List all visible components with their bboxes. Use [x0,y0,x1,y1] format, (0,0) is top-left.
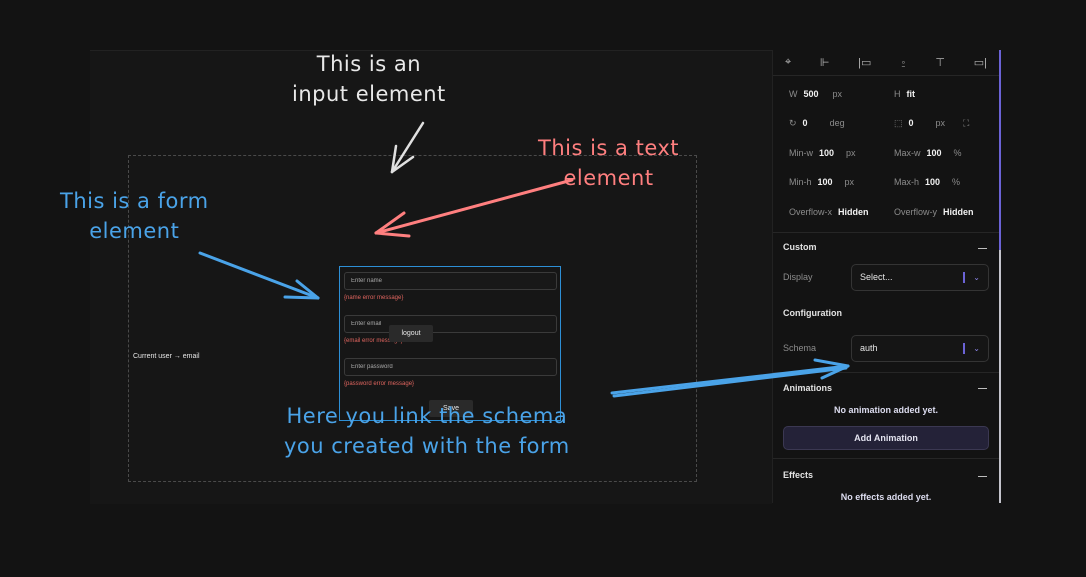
no-effects-text: No effects added yet. [840,492,932,502]
overflow-y-prop[interactable]: Overflow-y Hidden [894,207,974,217]
overflow-x-prop[interactable]: Overflow-x Hidden [789,207,869,217]
divider [773,458,999,459]
rotation-value[interactable]: 0 [803,118,808,129]
max-height-label: Max-h [894,177,920,187]
max-width-label: Max-w [894,148,921,158]
panel-scrollbar[interactable] [999,50,1001,250]
min-height-unit: px [844,177,855,187]
max-height-unit: % [952,177,961,187]
select-separator [963,272,965,283]
email-input[interactable] [344,315,557,333]
rotation-unit: deg [829,118,845,128]
custom-section-title: Custom [783,242,817,252]
min-width-prop[interactable]: Min-w 100 px [789,148,856,158]
text-element-annotation: This is a text element [538,136,680,190]
current-user-text: Current user → email [133,353,200,360]
overflow-x-label: Overflow-x [789,207,833,217]
password-error-text: {password error message} [344,381,415,387]
configuration-section-title: Configuration [783,308,842,318]
divider [773,372,999,373]
height-prop[interactable]: H fit [894,89,915,99]
rotation-icon: ↻ [789,118,797,128]
max-width-unit: % [953,148,962,158]
max-width-prop[interactable]: Max-w 100 % [894,148,962,158]
min-width-unit: px [846,148,856,158]
display-label: Display [783,272,813,282]
align-right-icon[interactable]: ▭| [974,56,987,69]
input-element-annotation: This is an input element [292,52,446,106]
min-height-value[interactable]: 100 [818,177,833,187]
divider [773,232,999,233]
name-input[interactable] [344,272,557,290]
align-center-horizontal-icon[interactable]: ⌖ [785,56,791,69]
overflow-y-value[interactable]: Hidden [943,207,974,217]
password-input[interactable] [344,358,557,376]
width-unit: px [832,89,843,99]
form-element[interactable]: {name error message} {email error messag… [339,266,561,421]
align-left-icon[interactable]: |▭ [858,56,871,69]
overflow-x-value[interactable]: Hidden [838,207,869,217]
effects-section-title: Effects [783,470,814,480]
min-width-label: Min-w [789,148,813,158]
min-width-value[interactable]: 100 [819,148,834,158]
overflow-y-label: Overflow-y [894,207,938,217]
display-select-value: Select... [860,272,893,282]
corner-radius-icon: ⬚ [894,118,903,128]
collapse-animations-icon[interactable] [978,388,987,389]
radius-unit: px [935,118,946,128]
width-prop[interactable]: W 500 px [789,89,842,99]
select-separator [963,343,965,354]
min-height-prop[interactable]: Min-h 100 px [789,177,854,187]
animations-section-title: Animations [783,383,833,393]
height-value[interactable]: fit [907,89,916,99]
min-height-label: Min-h [789,177,812,187]
max-height-value[interactable]: 100 [925,177,940,187]
width-label: W [789,89,798,99]
rotation-prop[interactable]: ↻ 0 deg [789,118,845,129]
align-center-vertical-icon[interactable]: ⊩ [820,56,830,69]
width-value[interactable]: 500 [804,89,819,99]
chevron-down-icon: ⌄ [973,344,980,353]
no-animation-text: No animation added yet. [833,405,938,415]
align-bottom-icon[interactable]: ⍛ [900,56,907,69]
chevron-down-icon: ⌄ [973,273,980,282]
radius-value[interactable]: 0 [909,118,914,129]
height-label: H [894,89,901,99]
logout-button[interactable]: logout [389,325,433,342]
form-element-annotation: This is a form element [60,189,209,243]
display-select[interactable]: Select... ⌄ [851,264,989,291]
collapse-effects-icon[interactable] [978,476,987,477]
max-height-prop[interactable]: Max-h 100 % [894,177,960,187]
collapse-custom-icon[interactable] [978,248,987,249]
schema-annotation: Here you link the schema you created wit… [284,404,570,458]
add-animation-button[interactable]: Add Animation [783,426,989,450]
schema-select[interactable]: auth ⌄ [851,335,989,362]
align-top-icon[interactable]: ⊤ [935,56,945,69]
properties-panel: ⌖ ⊩ |▭ ⍛ ⊤ ▭| W 500 px H fit ↻ 0 deg ⬚ 0… [772,50,1001,503]
name-error-text: {name error message} [344,295,404,301]
radius-prop[interactable]: ⬚ 0 px ⛶ [894,118,969,129]
expand-corners-icon[interactable]: ⛶ [963,118,969,129]
alignment-toolbar: ⌖ ⊩ |▭ ⍛ ⊤ ▭| [773,50,999,76]
max-width-value[interactable]: 100 [927,148,942,158]
schema-select-value: auth [860,343,878,353]
schema-label: Schema [783,343,817,353]
